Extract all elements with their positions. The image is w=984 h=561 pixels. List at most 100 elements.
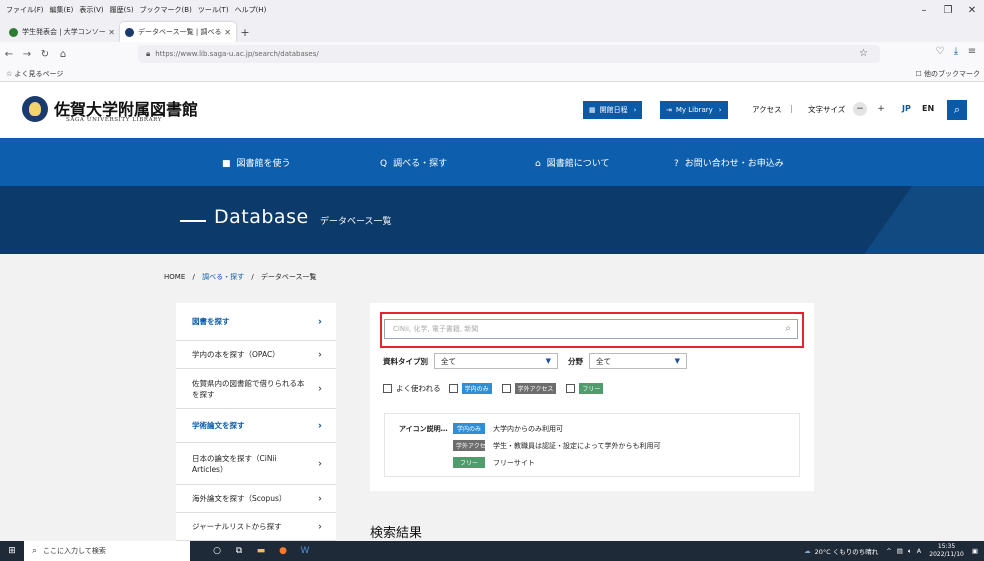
mylibrary-button[interactable]: ⇥ My Library › <box>660 101 728 119</box>
home-icon[interactable]: ⌂ <box>54 49 72 60</box>
legend-text: 大学内からのみ利用可 <box>493 424 563 433</box>
word-icon[interactable]: W <box>294 541 316 561</box>
favicon-icon <box>125 27 134 37</box>
nav-about[interactable]: ⌂ 図書館について <box>535 156 609 169</box>
offcampus-badge: 学外アクセス <box>453 440 492 451</box>
menu-item[interactable]: ファイル(F) <box>6 5 44 15</box>
login-icon: ⇥ <box>666 106 672 114</box>
forward-icon[interactable]: → <box>18 49 36 60</box>
clock-time: 15:35 <box>937 543 956 550</box>
nav-search[interactable]: Q 調べる・探す <box>380 156 447 169</box>
sidebar-item[interactable]: ジャーナルリストから探す › <box>176 513 336 541</box>
site-header: 佐賀大学附属図書館 SAGA UNIVERSITY LIBRARY ▦ 開館日程… <box>0 82 984 138</box>
windows-start-icon[interactable]: ⊞ <box>0 541 24 561</box>
font-decrease-button[interactable]: − <box>853 102 867 116</box>
nav-use-library[interactable]: ■ 図書館を使う <box>222 156 291 169</box>
sidebar-item[interactable]: 佐賀県内の図書館で借りられる本を探す › <box>176 369 336 409</box>
menu-icon[interactable]: ≡ <box>964 46 980 57</box>
logo-subtitle: SAGA UNIVERSITY LIBRARY <box>66 117 162 123</box>
sidebar-category[interactable]: 学術論文を探す › <box>176 409 336 443</box>
tab-title: 学生発表会 | 大学コンソーシアム佐賀 <box>22 28 106 36</box>
weather-text[interactable]: 20°C くもりのち晴れ <box>815 546 879 556</box>
question-icon: ? <box>674 159 679 169</box>
file-explorer-icon[interactable]: ▬ <box>250 541 272 561</box>
task-view-icon[interactable]: ⧉ <box>228 541 250 561</box>
bookmark-star-icon[interactable]: ☆ <box>859 48 868 59</box>
ime-indicator[interactable]: A <box>917 547 921 555</box>
close-window-button[interactable]: ✕ <box>960 5 984 16</box>
icon-legend: アイコン説明… 学内のみ 大学内からのみ利用可 学外アクセス 学生・教職員は認証… <box>384 413 800 477</box>
tab-student-presentation[interactable]: 学生発表会 | 大学コンソーシアム佐賀 ✕ <box>4 22 120 42</box>
site-search-button[interactable]: ⌕ <box>947 100 967 120</box>
download-icon[interactable]: ⤓ <box>948 46 964 57</box>
tray-chevron-icon[interactable]: ^ <box>886 547 891 555</box>
speaker-icon[interactable]: 🔈︎ <box>908 547 912 556</box>
close-tab-icon[interactable]: ✕ <box>108 28 115 37</box>
sidebar-item[interactable]: 日本の論文を探す（CiNii Articles） › <box>176 443 336 485</box>
chevron-right-icon: › <box>318 458 322 469</box>
campus-only-badge: 学内のみ <box>461 383 492 394</box>
sidebar-item-label: 学術論文を探す <box>192 421 245 430</box>
type-filter-label: 資料タイプ別 <box>383 356 428 366</box>
minimize-button[interactable]: – <box>912 5 936 16</box>
reload-icon[interactable]: ↻ <box>36 49 54 60</box>
menu-item[interactable]: 編集(E) <box>50 5 74 15</box>
campus-checkbox[interactable] <box>448 384 458 393</box>
tab-databases[interactable]: データベース一覧 | 調べる・探す | 佐 ✕ <box>120 22 236 42</box>
breadcrumb-search[interactable]: 調べる・探す <box>202 273 244 281</box>
menu-item[interactable]: ヘルプ(H) <box>235 5 267 15</box>
chevron-right-icon: › <box>318 493 322 504</box>
library-logo-icon[interactable] <box>22 96 48 122</box>
free-badge: フリー <box>453 457 485 468</box>
chevron-right-icon: › <box>318 521 322 532</box>
breadcrumb-home[interactable]: HOME <box>164 273 185 281</box>
taskbar-search-input[interactable]: ⌕ ここに入力して検索 <box>24 541 190 561</box>
browser-navbar: ← → ↻ ⌂ 🔒︎ https://www.lib.saga-u.ac.jp/… <box>0 42 984 66</box>
breadcrumb: HOME / 調べる・探す / データベース一覧 <box>164 272 322 282</box>
sidebar-item-label: 佐賀県内の図書館で借りられる本を探す <box>192 378 305 399</box>
menu-item[interactable]: 履歴(S) <box>110 5 134 15</box>
maximize-button[interactable]: ❐ <box>936 5 960 16</box>
chevron-right-icon: › <box>318 349 322 360</box>
lang-jp-link[interactable]: JP <box>902 104 911 113</box>
firefox-icon[interactable]: ● <box>272 541 294 561</box>
offcampus-checkbox[interactable] <box>501 384 511 393</box>
bookmark-frequent[interactable]: ☆ よく見るページ <box>6 69 63 79</box>
pocket-icon[interactable]: ♡ <box>932 46 948 57</box>
frequent-checkbox[interactable] <box>383 384 392 393</box>
cortana-icon[interactable]: ○ <box>206 541 228 561</box>
sidebar: 図書を探す › 学内の本を探す（OPAC） › 佐賀県内の図書館で借りられる本を探す › 学… <box>176 303 336 543</box>
menu-item[interactable]: 表示(V) <box>79 5 103 15</box>
nav-contact[interactable]: ? お問い合わせ・お申込み <box>674 156 784 169</box>
clock[interactable]: 15:35 2022/11/10 <box>929 543 964 559</box>
sidebar-item-label: 学内の本を探す（OPAC） <box>192 350 280 359</box>
field-filter-select[interactable]: 全て ▼ <box>589 353 687 369</box>
lang-en-link[interactable]: EN <box>922 104 934 113</box>
highlight-box <box>380 312 804 348</box>
back-icon[interactable]: ← <box>0 49 18 60</box>
type-filter-select[interactable]: 全て ▼ <box>434 353 558 369</box>
menu-item[interactable]: ブックマーク(B) <box>140 5 192 15</box>
sidebar-item[interactable]: 海外論文を探す（Scopus） › <box>176 485 336 513</box>
breadcrumb-sep: / <box>251 273 254 281</box>
legend-text: 学生・教職員は認証・設定によって学外からも利用可 <box>493 441 661 450</box>
legend-label: アイコン説明… <box>399 425 448 433</box>
access-link[interactable]: アクセス <box>752 104 782 115</box>
sidebar-item[interactable]: 学内の本を探す（OPAC） › <box>176 341 336 369</box>
notification-icon[interactable]: ▣ <box>972 547 978 555</box>
legend-row: フリー フリーサイト <box>453 457 535 468</box>
page-title: Database <box>214 206 309 228</box>
chevron-right-icon: › <box>317 420 322 431</box>
sidebar-category[interactable]: 図書を探す › <box>176 303 336 341</box>
page-subtitle: データベース一覧 <box>320 217 392 227</box>
bookmark-other[interactable]: ☐ 他のブックマーク <box>915 69 980 79</box>
sidebar-item-label: 日本の論文を探す（CiNii Articles） <box>192 453 277 474</box>
menu-item[interactable]: ツール(T) <box>198 5 229 15</box>
calendar-button[interactable]: ▦ 開館日程 › <box>583 101 643 119</box>
close-tab-icon[interactable]: ✕ <box>224 28 231 37</box>
free-checkbox[interactable] <box>566 384 576 393</box>
url-bar[interactable]: 🔒︎ https://www.lib.saga-u.ac.jp/search/d… <box>138 45 880 63</box>
network-icon[interactable]: ▤ <box>897 547 903 555</box>
font-increase-button[interactable]: + <box>874 102 888 116</box>
new-tab-button[interactable]: + <box>236 22 254 42</box>
